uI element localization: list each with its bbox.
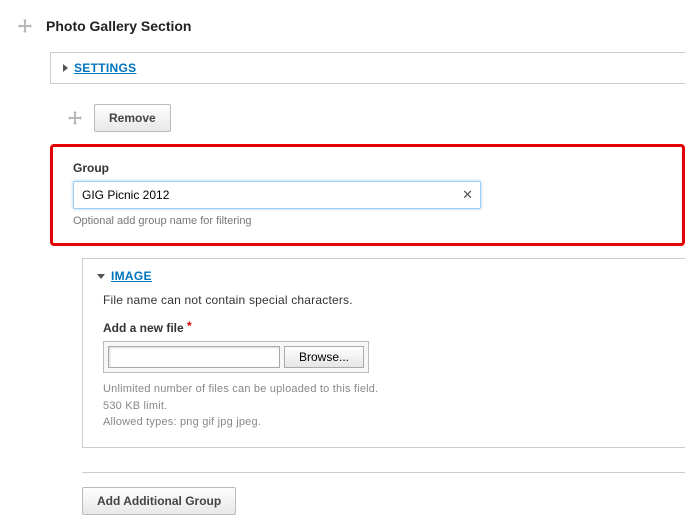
group-label: Group — [73, 161, 662, 175]
drag-handle-icon[interactable] — [68, 111, 82, 125]
settings-accordion-header[interactable]: SETTINGS — [50, 52, 685, 84]
group-highlight-box: Group ✕ Optional add group name for filt… — [50, 144, 685, 246]
clear-input-icon[interactable]: ✕ — [462, 187, 473, 203]
group-name-input[interactable] — [73, 181, 481, 209]
group-hint: Optional add group name for filtering — [73, 215, 662, 227]
chevron-down-icon — [97, 274, 105, 279]
section-title: Photo Gallery Section — [46, 18, 191, 34]
image-link[interactable]: IMAGE — [111, 269, 152, 283]
add-additional-group-button[interactable]: Add Additional Group — [82, 487, 236, 515]
remove-button[interactable]: Remove — [94, 104, 171, 132]
filename-warning: File name can not contain special charac… — [103, 293, 665, 307]
settings-link[interactable]: SETTINGS — [74, 61, 136, 75]
file-path-display — [108, 346, 280, 368]
upload-hints: Unlimited number of files can be uploade… — [103, 381, 665, 431]
browse-button[interactable]: Browse... — [284, 346, 364, 368]
required-star-icon: * — [187, 319, 192, 333]
file-upload-control[interactable]: Browse... — [103, 341, 369, 373]
image-accordion-header[interactable]: IMAGE — [83, 259, 685, 289]
add-file-label: Add a new file * — [103, 321, 665, 335]
drag-handle-icon[interactable] — [18, 19, 32, 33]
chevron-right-icon — [63, 64, 68, 72]
